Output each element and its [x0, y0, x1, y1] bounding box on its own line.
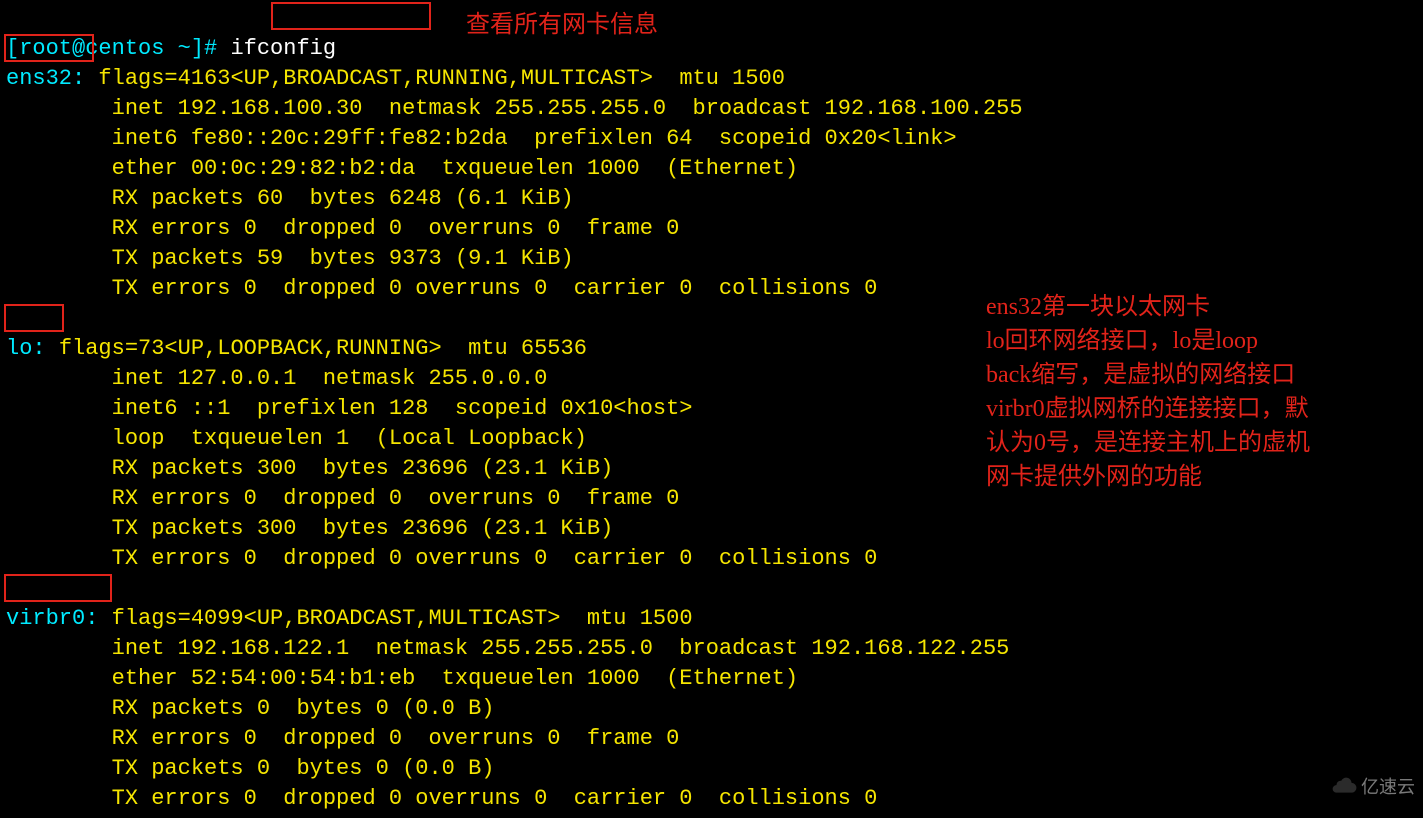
cloud-icon: [1331, 775, 1357, 798]
iface-virbr0-l6: TX packets 0 bytes 0 (0.0 B): [6, 756, 494, 781]
iface-lo-l5: RX packets 300 bytes 23696 (23.1 KiB): [6, 456, 613, 481]
watermark-text: 亿速云: [1361, 773, 1415, 799]
iface-lo-l8: TX errors 0 dropped 0 overruns 0 carrier…: [6, 546, 877, 571]
annotation-side-note: ens32第一块以太网卡 lo回环网络接口，lo是loop back缩写，是虚拟…: [986, 290, 1416, 494]
iface-lo-l1: flags=73<UP,LOOPBACK,RUNNING> mtu 65536: [59, 336, 587, 361]
annotation-command-note: 查看所有网卡信息: [466, 4, 658, 39]
iface-ens32-l6: RX errors 0 dropped 0 overruns 0 frame 0: [6, 216, 679, 241]
side-line: back缩写，是虚拟的网络接口: [986, 358, 1416, 392]
iface-virbr0-l7: TX errors 0 dropped 0 overruns 0 carrier…: [6, 786, 877, 811]
iface-virbr0-l1: flags=4099<UP,BROADCAST,MULTICAST> mtu 1…: [112, 606, 693, 631]
highlight-box-ens32: [4, 34, 94, 62]
iface-virbr0-l4: RX packets 0 bytes 0 (0.0 B): [6, 696, 494, 721]
watermark: 亿速云: [1331, 773, 1415, 799]
iface-ens32-name: ens32:: [6, 66, 85, 91]
iface-lo-l6: RX errors 0 dropped 0 overruns 0 frame 0: [6, 486, 679, 511]
highlight-box-lo: [4, 304, 64, 332]
side-line: 认为0号，是连接主机上的虚机: [986, 426, 1416, 460]
highlight-box-virbr0: [4, 574, 112, 602]
iface-virbr0-l3: ether 52:54:00:54:b1:eb txqueuelen 1000 …: [6, 666, 798, 691]
iface-ens32-l4: ether 00:0c:29:82:b2:da txqueuelen 1000 …: [6, 156, 798, 181]
side-line: lo回环网络接口，lo是loop: [986, 324, 1416, 358]
iface-ens32-l1: flags=4163<UP,BROADCAST,RUNNING,MULTICAS…: [98, 66, 785, 91]
iface-ens32-l7: TX packets 59 bytes 9373 (9.1 KiB): [6, 246, 574, 271]
iface-lo-l7: TX packets 300 bytes 23696 (23.1 KiB): [6, 516, 613, 541]
iface-ens32-l3: inet6 fe80::20c:29ff:fe82:b2da prefixlen…: [6, 126, 957, 151]
highlight-box-command: [271, 2, 431, 30]
iface-lo-l4: loop txqueuelen 1 (Local Loopback): [6, 426, 587, 451]
command-text: ifconfig: [230, 36, 336, 61]
iface-virbr0-l2: inet 192.168.122.1 netmask 255.255.255.0…: [6, 636, 1009, 661]
side-line: 网卡提供外网的功能: [986, 460, 1416, 494]
side-line: ens32第一块以太网卡: [986, 290, 1416, 324]
iface-ens32-l2: inet 192.168.100.30 netmask 255.255.255.…: [6, 96, 1023, 121]
iface-virbr0-name: virbr0:: [6, 606, 98, 631]
side-line: virbr0虚拟网桥的连接接口，默: [986, 392, 1416, 426]
iface-lo-l2: inet 127.0.0.1 netmask 255.0.0.0: [6, 366, 547, 391]
iface-lo-l3: inet6 ::1 prefixlen 128 scopeid 0x10<hos…: [6, 396, 693, 421]
iface-lo-name: lo:: [6, 336, 46, 361]
iface-ens32-l8: TX errors 0 dropped 0 overruns 0 carrier…: [6, 276, 877, 301]
iface-ens32-l5: RX packets 60 bytes 6248 (6.1 KiB): [6, 186, 574, 211]
iface-virbr0-l5: RX errors 0 dropped 0 overruns 0 frame 0: [6, 726, 679, 751]
